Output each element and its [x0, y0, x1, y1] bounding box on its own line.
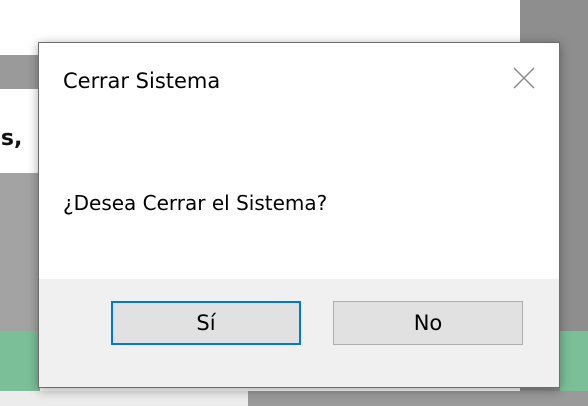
close-button[interactable]: [495, 49, 553, 107]
background-left-panel: [0, 173, 40, 331]
close-icon: [513, 67, 535, 89]
confirm-close-dialog: Cerrar Sistema ¿Desea Cerrar el Sistema?…: [38, 42, 560, 388]
dialog-message: ¿Desea Cerrar el Sistema?: [63, 191, 328, 215]
dialog-title: Cerrar Sistema: [63, 69, 221, 93]
no-button[interactable]: No: [333, 301, 523, 345]
background-left-green-button: [0, 331, 40, 391]
background-bottom-dark-strip: [248, 391, 588, 406]
background-right-green-button: [560, 331, 588, 391]
background-top-strip: [0, 0, 520, 10]
background-left-header: [0, 55, 40, 89]
background-partial-text: es,: [0, 126, 23, 151]
dialog-button-bar: Sí No: [39, 279, 559, 387]
yes-button[interactable]: Sí: [111, 301, 301, 345]
